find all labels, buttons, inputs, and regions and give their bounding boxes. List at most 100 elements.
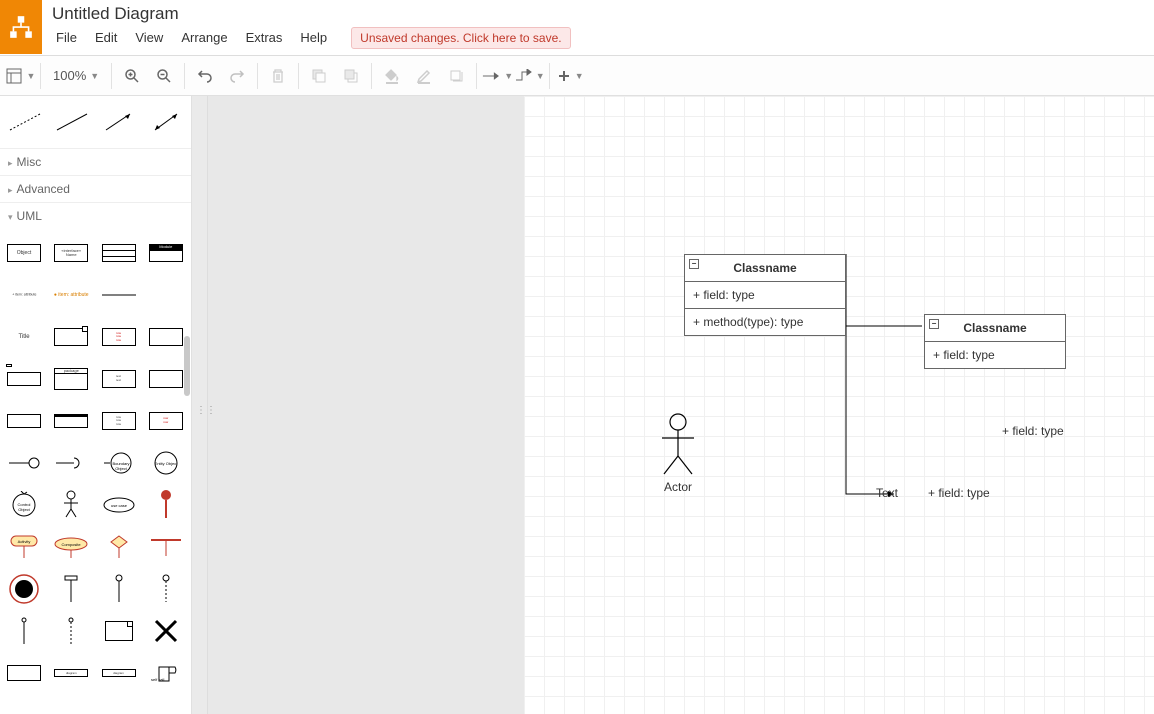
shape-line[interactable]	[53, 104, 92, 140]
connection-button[interactable]: ▼	[481, 60, 513, 92]
menu-help[interactable]: Help	[292, 26, 335, 49]
palette-shape[interactable]	[51, 319, 91, 355]
palette-shape[interactable]: ControlObject	[4, 487, 44, 523]
palette-shape[interactable]	[146, 277, 186, 313]
palette-shape[interactable]	[51, 445, 91, 481]
connector[interactable]	[844, 316, 934, 336]
palette-shape[interactable]: use case	[99, 487, 139, 523]
menu-extras[interactable]: Extras	[238, 26, 291, 49]
palette-shape[interactable]: diagram	[99, 655, 139, 691]
floating-field-1[interactable]: + field: type	[1002, 424, 1064, 438]
connector[interactable]	[844, 252, 944, 502]
palette-shape[interactable]: Module	[146, 235, 186, 271]
palette-shape[interactable]	[146, 361, 186, 397]
app-logo[interactable]	[0, 0, 42, 54]
redo-button[interactable]	[221, 60, 253, 92]
palette-shape[interactable]	[51, 571, 91, 607]
category-uml[interactable]: UML	[0, 202, 191, 229]
palette-shape[interactable]	[4, 403, 44, 439]
page-margin	[208, 96, 524, 714]
menu-view[interactable]: View	[127, 26, 171, 49]
svg-text:Activity: Activity	[18, 539, 31, 544]
main-area: Misc Advanced UML Object «interface»Name…	[0, 96, 1154, 714]
undo-button[interactable]	[189, 60, 221, 92]
zoom-in-button[interactable]	[116, 60, 148, 92]
palette-shape[interactable]: texttext	[99, 361, 139, 397]
edge-label[interactable]: Text	[876, 486, 898, 500]
view-dropdown-button[interactable]: ▼	[4, 60, 36, 92]
menu-file[interactable]: File	[48, 26, 85, 49]
save-banner[interactable]: Unsaved changes. Click here to save.	[351, 27, 570, 49]
svg-text:ControlObject: ControlObject	[18, 502, 31, 512]
uml-actor[interactable]: Actor	[648, 412, 708, 494]
menu-bar: File Edit View Arrange Extras Help Unsav…	[42, 24, 1154, 55]
palette-shape[interactable]	[99, 277, 139, 313]
menu-arrange[interactable]: Arrange	[173, 26, 235, 49]
palette-shape[interactable]	[4, 655, 44, 691]
header: Untitled Diagram File Edit View Arrange …	[0, 0, 1154, 56]
shadow-button[interactable]	[440, 60, 472, 92]
palette-shape[interactable]	[4, 613, 44, 649]
uml-class-2[interactable]: − Classname + field: type	[924, 314, 1066, 369]
palette-shape[interactable]	[146, 319, 186, 355]
fill-color-button[interactable]	[376, 60, 408, 92]
class-field[interactable]: + field: type	[685, 282, 845, 309]
palette-shape[interactable]: rowrow	[146, 403, 186, 439]
delete-button[interactable]	[262, 60, 294, 92]
palette-shape[interactable]: Object	[4, 235, 44, 271]
palette-shape[interactable]	[146, 487, 186, 523]
shape-double-arrow[interactable]	[146, 104, 185, 140]
palette-shape[interactable]	[99, 235, 139, 271]
palette-shape[interactable]	[4, 361, 44, 397]
palette-shape[interactable]: Title	[4, 319, 44, 355]
line-color-button[interactable]	[408, 60, 440, 92]
palette-shape[interactable]: Entity Object	[146, 445, 186, 481]
zoom-level[interactable]: 100%▼	[45, 60, 107, 92]
palette-shape[interactable]: self call	[146, 655, 186, 691]
class-field[interactable]: + field: type	[925, 342, 1065, 368]
collapse-toggle-icon[interactable]: −	[689, 259, 699, 269]
menu-edit[interactable]: Edit	[87, 26, 125, 49]
class-method[interactable]: + method(type): type	[685, 309, 845, 335]
palette-shape[interactable]: Composite	[51, 529, 91, 565]
palette-shape[interactable]: «interface»Name	[51, 235, 91, 271]
palette-actor[interactable]	[51, 487, 91, 523]
palette-shape[interactable]	[99, 613, 139, 649]
uml-class-1[interactable]: − Classname + field: type + method(type)…	[684, 254, 846, 336]
to-back-button[interactable]	[335, 60, 367, 92]
palette-shape[interactable]	[99, 571, 139, 607]
shape-arrow-line[interactable]	[100, 104, 139, 140]
diagram-canvas[interactable]: − Classname + field: type + method(type)…	[524, 96, 1154, 714]
zoom-out-button[interactable]	[148, 60, 180, 92]
palette-shape[interactable]: package	[51, 361, 91, 397]
palette-shape[interactable]	[99, 529, 139, 565]
waypoints-button[interactable]: ▼	[513, 60, 545, 92]
to-front-button[interactable]	[303, 60, 335, 92]
palette-shape[interactable]	[4, 571, 44, 607]
palette-shape[interactable]: ● item: attribute	[51, 277, 91, 313]
palette-shape[interactable]: rowrowrow	[99, 403, 139, 439]
shapes-sidebar: Misc Advanced UML Object «interface»Name…	[0, 96, 192, 714]
shape-dashed-line[interactable]	[6, 104, 45, 140]
palette-shape[interactable]: BoundaryObject	[99, 445, 139, 481]
palette-shape[interactable]	[51, 613, 91, 649]
palette-shape[interactable]	[146, 613, 186, 649]
document-title[interactable]: Untitled Diagram	[42, 0, 1154, 24]
floating-field-2[interactable]: + field: type	[928, 486, 990, 500]
palette-shape[interactable]	[146, 571, 186, 607]
category-misc[interactable]: Misc	[0, 148, 191, 175]
outline-panel-collapsed[interactable]: ⋮⋮	[192, 96, 208, 714]
sidebar-scrollbar[interactable]	[184, 336, 190, 396]
palette-shape[interactable]: rowrowrow	[99, 319, 139, 355]
insert-button[interactable]: ▼	[554, 60, 586, 92]
category-advanced[interactable]: Advanced	[0, 175, 191, 202]
collapse-toggle-icon[interactable]: −	[929, 319, 939, 329]
palette-shape[interactable]: Activity	[4, 529, 44, 565]
palette-shape[interactable]	[146, 529, 186, 565]
palette-shape[interactable]: + item: attribute	[4, 277, 44, 313]
palette-shape[interactable]: diagram	[51, 655, 91, 691]
svg-text:self call: self call	[151, 677, 164, 682]
palette-shape[interactable]	[51, 403, 91, 439]
svg-text:BoundaryObject: BoundaryObject	[112, 461, 129, 471]
palette-shape[interactable]	[4, 445, 44, 481]
